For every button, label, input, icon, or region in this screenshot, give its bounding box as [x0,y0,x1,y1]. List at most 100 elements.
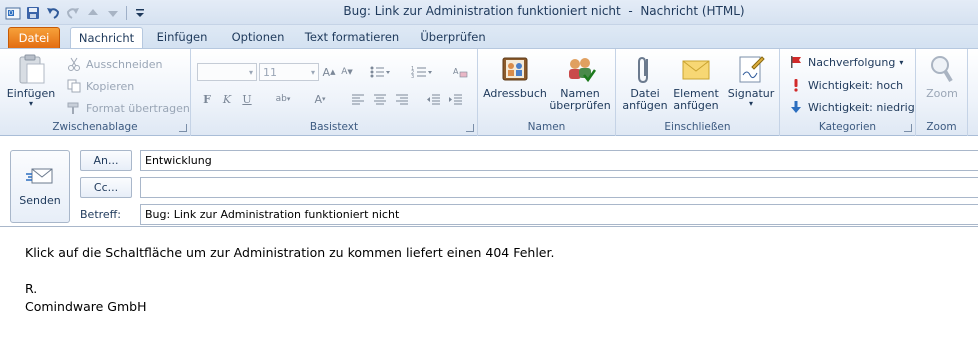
align-center-icon[interactable] [371,89,389,109]
paperclip-icon [629,53,661,85]
follow-up-dropdown-icon: ▾ [899,57,904,67]
tab-review[interactable]: Überprüfen [412,27,494,49]
font-size-dropdown-icon: ▾ [310,67,315,77]
font-name-dropdown-icon: ▾ [248,67,253,77]
align-left-icon[interactable] [349,89,367,109]
cc-field[interactable] [140,177,978,198]
tab-options[interactable]: Optionen [222,27,294,49]
body-line-1: Klick auf die Schaltfläche um zur Admini… [25,245,555,260]
group-basic-text: ▾ 11 ▾ A ▲ A ▼ 123 A F K U ab ▾ A ▾ Basi… [191,49,478,136]
attach-item-label-line2: anfügen [673,99,719,112]
clipboard-group-label: Zwischenablage [52,121,138,133]
flag-icon [788,54,804,70]
attach-file-button[interactable]: Datei anfügen [620,53,670,112]
tags-launcher-icon[interactable] [904,124,912,132]
down-arrow-importance-icon [788,99,804,115]
signature-button[interactable]: Signatur ▾ [724,53,778,108]
low-importance-button[interactable]: Wichtigkeit: niedrig [788,98,915,116]
copy-label: Kopieren [86,79,135,93]
shrink-font-icon[interactable]: A ▼ [339,62,355,82]
tab-format-text[interactable]: Text formatieren [302,27,402,49]
group-names: Adressbuch Namen überprüfen Namen [478,49,616,136]
font-name-combo[interactable]: ▾ [197,63,257,81]
send-icon [26,167,54,188]
group-zoom: Zoom Zoom [916,49,968,136]
copy-button[interactable]: Kopieren [66,77,134,95]
to-field[interactable]: Entwicklung [140,150,978,171]
zoom-button-label: Zoom [926,87,958,100]
format-painter-label: Format übertragen [86,101,190,115]
increase-indent-icon[interactable] [447,89,465,109]
high-importance-label: Wichtigkeit: hoch [808,78,904,92]
address-book-label: Adressbuch [483,87,547,100]
follow-up-button[interactable]: Nachverfolgung ▾ [788,53,903,71]
scissors-icon [66,56,82,72]
numbering-icon[interactable]: 123 [409,62,435,82]
to-button[interactable]: An... [80,150,132,171]
tags-group-label: Kategorien [818,121,877,133]
font-size-value: 11 [263,65,277,79]
check-names-icon [564,53,596,85]
group-include: Datei anfügen Element anfügen Signatur ▾… [616,49,780,136]
compose-header: Senden An... Entwicklung Cc... Betreff: … [0,137,978,226]
envelope-icon [680,53,712,85]
format-painter-button[interactable]: Format übertragen [66,99,190,117]
bold-icon[interactable]: F [199,89,215,109]
font-size-combo[interactable]: 11 ▾ [259,63,319,81]
high-importance-button[interactable]: Wichtigkeit: hoch [788,76,903,94]
group-tags: Nachverfolgung ▾ Wichtigkeit: hoch Wicht… [780,49,916,136]
body-line-3: Comindware GmbH [25,299,147,314]
check-names-button[interactable]: Namen überprüfen [548,53,612,112]
attach-item-button[interactable]: Element anfügen [670,53,722,112]
ribbon: Einfügen ▾ Ausschneiden Kopieren Format … [0,48,978,136]
ribbon-tabs: Datei Nachricht Einfügen Optionen Text f… [0,25,978,50]
zoom-group-label: Zoom [926,121,957,133]
include-group-label: Einschließen [664,121,731,133]
body-line-2: R. [25,281,38,296]
paste-dropdown-icon: ▾ [28,99,33,108]
message-body[interactable]: Klick auf die Schaltfläche um zur Admini… [0,226,978,353]
clear-formatting-icon[interactable]: A [451,62,471,82]
paste-button[interactable]: Einfügen ▾ [6,53,56,108]
highlight-icon[interactable]: ab ▾ [271,89,295,109]
follow-up-label: Nachverfolgung [808,55,896,69]
cut-label: Ausschneiden [86,57,163,71]
basic-text-launcher-icon[interactable] [466,124,474,132]
magnifier-icon [926,53,958,85]
grow-font-icon[interactable]: A ▲ [321,62,337,82]
font-color-icon[interactable]: A ▾ [309,89,331,109]
underline-icon[interactable]: U [239,89,255,109]
cc-button[interactable]: Cc... [80,177,132,198]
basic-text-group-label: Basistext [309,121,359,133]
signature-dropdown-icon: ▾ [748,99,753,108]
bullets-icon[interactable] [367,62,393,82]
zoom-button[interactable]: Zoom [918,53,966,100]
svg-text:A: A [453,67,459,76]
tab-file[interactable]: Datei [8,27,60,49]
format-painter-icon [66,100,82,116]
tab-message[interactable]: Nachricht [70,27,143,50]
names-group-label: Namen [527,121,566,133]
exclamation-icon [788,77,804,93]
address-book-icon [499,53,531,85]
address-book-button[interactable]: Adressbuch [482,53,548,100]
align-right-icon[interactable] [393,89,411,109]
low-importance-label: Wichtigkeit: niedrig [808,100,915,114]
clipboard-launcher-icon[interactable] [179,124,187,132]
subject-field[interactable]: Bug: Link zur Administration funktionier… [140,204,978,225]
signature-icon [735,53,767,85]
group-clipboard: Einfügen ▾ Ausschneiden Kopieren Format … [0,49,191,136]
copy-icon [66,78,82,94]
decrease-indent-icon[interactable] [425,89,443,109]
title-bar: O Bug: Link zur Administration funktioni… [0,0,978,25]
svg-text:3: 3 [411,74,414,79]
attach-file-label-line2: anfügen [622,99,668,112]
send-button[interactable]: Senden [10,150,70,223]
check-names-label-line2: überprüfen [549,99,611,112]
tab-insert[interactable]: Einfügen [150,27,214,49]
send-label: Senden [19,193,61,207]
italic-icon[interactable]: K [219,89,235,109]
paste-icon [15,53,47,85]
subject-label: Betreff: [80,208,121,221]
cut-button[interactable]: Ausschneiden [66,55,163,73]
